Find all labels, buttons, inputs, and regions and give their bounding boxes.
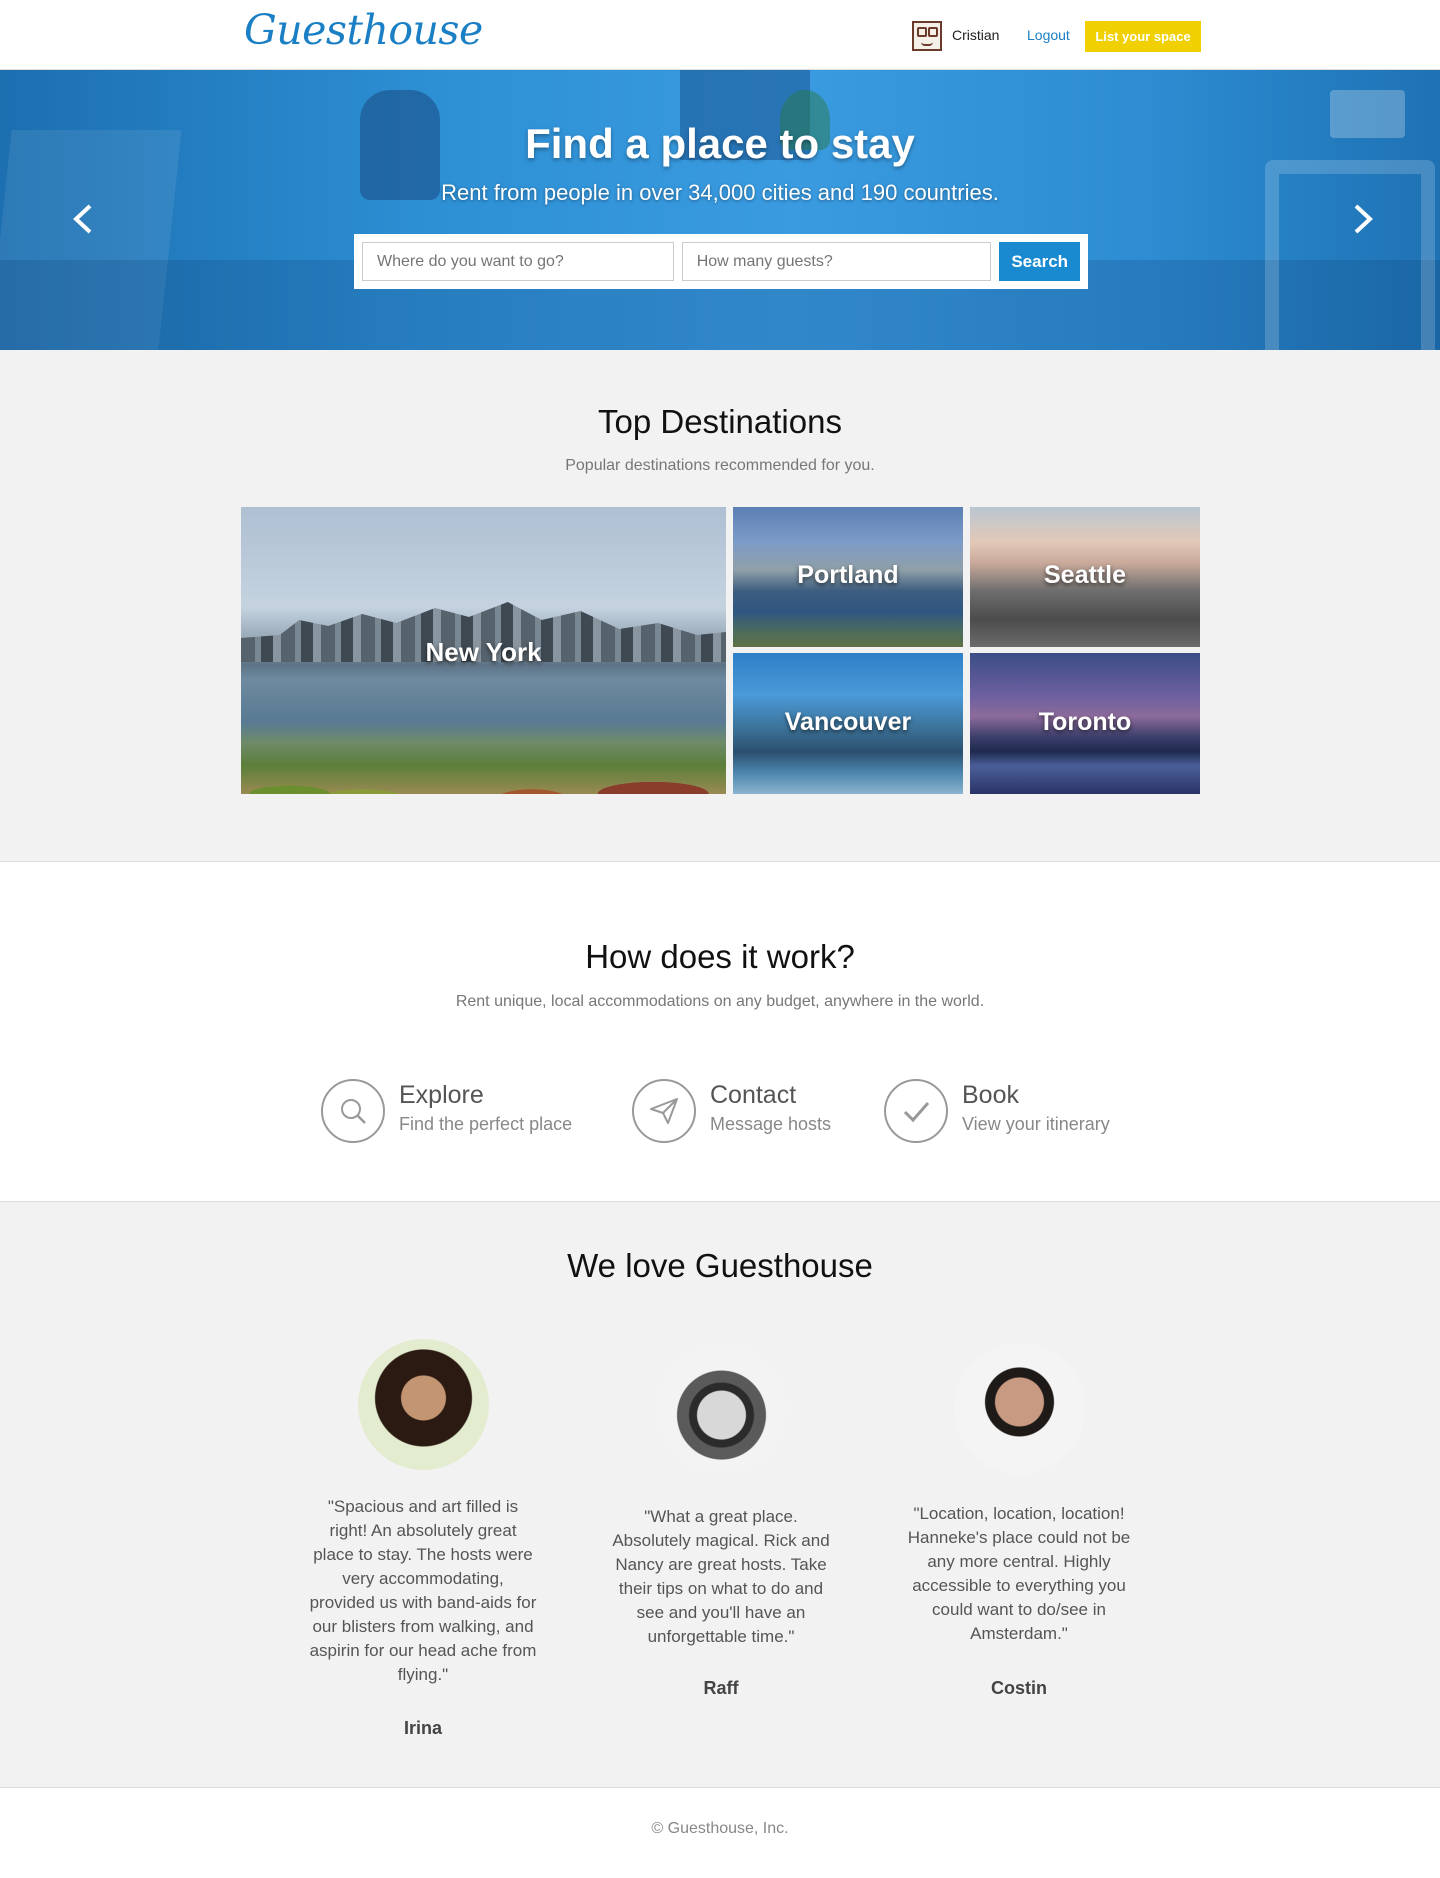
step-subtitle: Find the perfect place: [399, 1114, 573, 1134]
destination-name: Seattle: [1044, 561, 1126, 589]
testimonial-author: Raff: [703, 1678, 739, 1698]
search-icon: [321, 1079, 385, 1143]
testimonial-author: Costin: [991, 1678, 1047, 1698]
step-title: Explore: [399, 1081, 484, 1109]
hero-background-image: [0, 70, 1440, 350]
guests-input[interactable]: [681, 242, 992, 281]
testimonial-quote: "Location, location, location! Hanneke's…: [907, 1504, 1131, 1643]
section-title: We love Guesthouse: [567, 1247, 873, 1284]
top-navbar: Guesthouse Cristian Logout List your spa…: [0, 0, 1440, 70]
destination-name: Toronto: [1038, 708, 1132, 736]
avatar: [954, 1343, 1085, 1474]
avatar: [656, 1343, 787, 1474]
destination-name: Portland: [797, 561, 899, 589]
step-title: Book: [962, 1081, 1019, 1109]
testimonials-section: We love Guesthouse "Spacious and art fil…: [0, 1202, 1440, 1788]
section-title: How does it work?: [585, 938, 855, 975]
destination-tile-vancouver[interactable]: Vancouver: [733, 653, 963, 794]
destination-tile-seattle[interactable]: Seattle: [970, 507, 1200, 647]
destination-name: Vancouver: [784, 708, 912, 736]
hero-title: Find a place to stay: [525, 120, 915, 167]
section-subtitle: Rent unique, local accommodations on any…: [455, 993, 985, 1010]
logout-link[interactable]: Logout: [1027, 27, 1070, 43]
user-avatar[interactable]: [912, 21, 942, 51]
user-name[interactable]: Cristian: [952, 27, 999, 43]
testimonial-author: Irina: [403, 1718, 442, 1738]
guesthouse-logo[interactable]: Guesthouse: [244, 6, 483, 54]
testimonial-quote: "Spacious and art filled is right! An ab…: [309, 1497, 537, 1684]
section-title: Top Destinations: [598, 403, 842, 440]
destination-tile-toronto[interactable]: Toronto: [970, 653, 1200, 794]
list-your-space-button[interactable]: List your space: [1085, 21, 1201, 52]
avatar: [358, 1339, 489, 1470]
destination-name: New York: [425, 637, 542, 667]
search-button[interactable]: Search: [999, 242, 1080, 281]
section-subtitle: Popular destinations recommended for you…: [565, 457, 875, 474]
how-it-works-section: How does it work? Rent unique, local acc…: [0, 862, 1440, 1202]
footer: © Guesthouse, Inc.: [0, 1788, 1440, 1878]
destination-tile-new-york[interactable]: New York: [241, 507, 726, 794]
testimonial-quote: "What a great place. Absolutely magical.…: [612, 1507, 830, 1646]
paper-plane-icon: [632, 1079, 696, 1143]
hero-carousel: Find a place to stay Rent from people in…: [0, 70, 1440, 350]
carousel-next-arrow-icon[interactable]: [1348, 194, 1378, 244]
top-destinations-section: Top Destinations Popular destinations re…: [0, 350, 1440, 862]
copyright-text: © Guesthouse, Inc.: [651, 1820, 789, 1837]
carousel-prev-arrow-icon[interactable]: [68, 194, 98, 244]
search-form: Search: [354, 234, 1088, 289]
destination-tile-portland[interactable]: Portland: [733, 507, 963, 647]
step-title: Contact: [710, 1081, 797, 1109]
step-subtitle: Message hosts: [710, 1114, 832, 1134]
destination-input[interactable]: [362, 242, 674, 281]
checkmark-icon: [884, 1079, 948, 1143]
hero-subtitle: Rent from people in over 34,000 cities a…: [441, 180, 999, 205]
step-subtitle: View your itinerary: [962, 1114, 1110, 1134]
